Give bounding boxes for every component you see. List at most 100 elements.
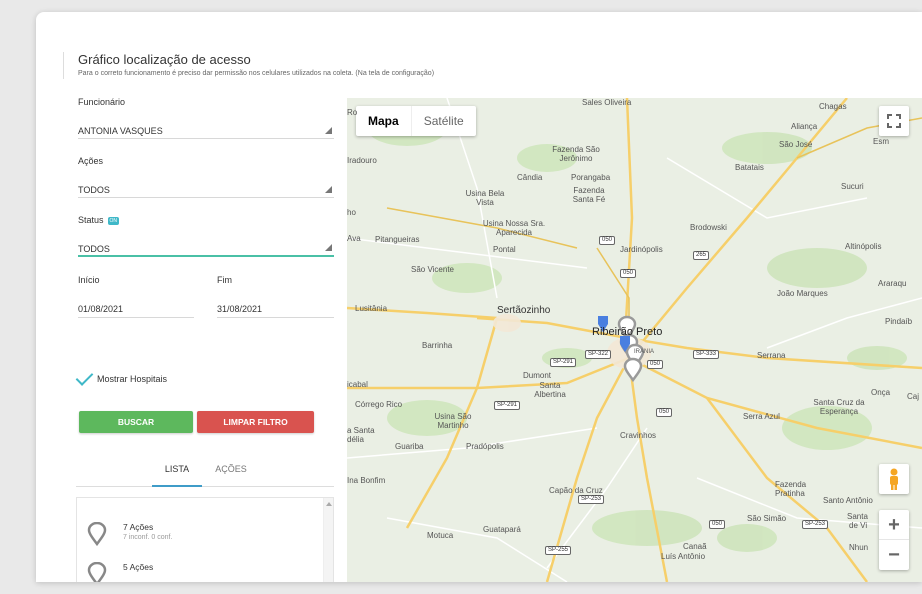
list-item-title: 5 Ações — [123, 562, 154, 572]
map-type-satelite[interactable]: Satélite — [410, 106, 476, 136]
map-type-control: Mapa Satélite — [356, 106, 476, 136]
road-shield: 050 — [620, 269, 637, 278]
mostrar-hospitais-checkbox[interactable]: Mostrar Hospitais — [75, 368, 167, 386]
street-view-pegman[interactable] — [879, 464, 909, 494]
map-label: Lusitânia — [355, 304, 388, 313]
inicio-date-input[interactable]: 01/08/2021 — [78, 298, 194, 318]
map-label: ho — [347, 208, 356, 217]
map-label: Esm — [873, 137, 889, 146]
road-shield: SP-322 — [585, 350, 612, 359]
page-title: Gráfico localização de acesso — [78, 52, 251, 67]
map-label: Brodowski — [690, 223, 727, 232]
tab-lista[interactable]: LISTA — [152, 459, 202, 487]
map-label: São Vicente — [411, 265, 454, 274]
map-label: Porangaba — [571, 173, 611, 182]
header: Gráfico localização de acesso Para o cor… — [63, 52, 434, 79]
road-shield: 050 — [599, 236, 616, 245]
list-item-title: 7 Ações — [123, 522, 154, 532]
map-label: Caj — [907, 392, 920, 401]
map-label: Usina Bela Vista — [465, 189, 505, 207]
page-subtitle: Para o correto funcionamento é preciso d… — [78, 70, 435, 77]
main-card: Gráfico localização de acesso Para o cor… — [36, 12, 922, 582]
map-label: Ro — [347, 108, 358, 117]
road-shield: SP-253 — [578, 495, 605, 504]
map-label: Usina São Martinho — [434, 412, 472, 430]
map-label: Guatapará — [483, 525, 521, 534]
map-label: icabal — [347, 380, 368, 389]
map-label: Jardinópolis — [620, 245, 663, 254]
map-label: IRANIA — [634, 349, 655, 355]
list-scrollbar[interactable] — [323, 498, 333, 582]
actions-list: 7 Ações 7 inconf. 0 conf. 5 Ações — [76, 497, 334, 582]
dropdown-arrow-icon — [325, 244, 332, 251]
map-label: a Santa — [347, 426, 375, 435]
map-label: Aliança — [791, 122, 818, 131]
list-item-detail: 7 inconf. 0 conf. — [123, 534, 173, 541]
dropdown-arrow-icon — [325, 127, 332, 134]
map-label: Luís Antônio — [661, 552, 706, 561]
map-label: Fazenda Pratinha — [775, 480, 807, 498]
status-value: TODOS — [78, 244, 110, 254]
map-view[interactable]: Mapa Satélite + − Sales Oliveira Chagas … — [347, 98, 922, 582]
map-label: Santa Cruz da Esperança — [813, 398, 865, 416]
map-label: Onça — [871, 388, 891, 397]
road-shield: 050 — [656, 408, 673, 417]
status-label-text: Status — [78, 215, 104, 225]
map-label: Fazenda Santa Fé — [572, 186, 606, 204]
buscar-button[interactable]: BUSCAR — [79, 411, 193, 433]
pegman-icon — [890, 468, 898, 490]
map-label: Araraqu — [878, 279, 907, 288]
acoes-select[interactable]: TODOS — [78, 178, 334, 198]
map-label: Serrana — [757, 351, 786, 360]
checkmark-icon — [75, 368, 94, 386]
map-label: Dumont — [523, 371, 552, 380]
status-select[interactable]: TODOS — [78, 237, 334, 257]
map-label: Nhun — [849, 543, 869, 552]
road-shield: 050 — [647, 360, 664, 369]
map-label: délia — [347, 435, 364, 444]
zoom-in-button[interactable]: + — [879, 510, 909, 540]
map-label: Usina Nossa Sra. Aparecida — [482, 219, 546, 237]
map-label: Barrinha — [422, 341, 453, 350]
map-label: Ina Bonfim — [347, 476, 386, 485]
map-label: Cravinhos — [620, 431, 657, 440]
zoom-out-button[interactable]: − — [879, 540, 909, 570]
map-type-mapa[interactable]: Mapa — [356, 106, 411, 136]
map-label: Motuca — [427, 531, 454, 540]
map-label: Santo Antônio — [823, 496, 873, 505]
fullscreen-icon — [887, 114, 901, 128]
map-label: Chagas — [819, 102, 847, 111]
limpar-filtro-button[interactable]: LIMPAR FILTRO — [197, 411, 314, 433]
road-shield: 050 — [709, 520, 726, 529]
map-label: Sertãozinho — [497, 305, 551, 316]
map-label: Fazenda São Jerônimo — [552, 145, 600, 163]
map-roads — [347, 98, 922, 582]
map-label: Serra Azul — [743, 412, 780, 421]
fim-label: Fim — [217, 275, 232, 285]
acoes-value: TODOS — [78, 185, 110, 195]
map-label: Cândia — [517, 173, 543, 182]
status-on-badge: ON — [107, 217, 120, 225]
fullscreen-button[interactable] — [879, 106, 909, 136]
map-label: Iradouro — [347, 156, 377, 165]
inicio-label: Início — [78, 275, 100, 285]
scroll-up-icon — [326, 502, 332, 506]
fim-date-input[interactable]: 31/08/2021 — [217, 298, 334, 318]
map-label: Canaã — [683, 542, 707, 551]
funcionario-select[interactable]: ANTONIA VASQUES — [78, 119, 334, 139]
inicio-value: 01/08/2021 — [78, 304, 124, 314]
map-label: Santa — [847, 512, 868, 521]
map-label: Pontal — [493, 245, 516, 254]
map-label: Guariba — [395, 442, 424, 451]
road-shield: SP-253 — [802, 520, 829, 529]
road-shield: SP-291 — [494, 401, 521, 410]
map-label: João Marques — [777, 289, 828, 298]
map-label: São Simão — [747, 514, 787, 523]
map-label: Capão da Cruz — [549, 486, 603, 495]
map-label: de Vi — [849, 521, 868, 530]
map-label: Batatais — [735, 163, 764, 172]
tab-acoes[interactable]: AÇÕES — [206, 459, 256, 487]
road-shield: SP-255 — [545, 546, 572, 555]
map-pin-icon — [87, 522, 107, 546]
road-shield: 265 — [693, 251, 710, 260]
